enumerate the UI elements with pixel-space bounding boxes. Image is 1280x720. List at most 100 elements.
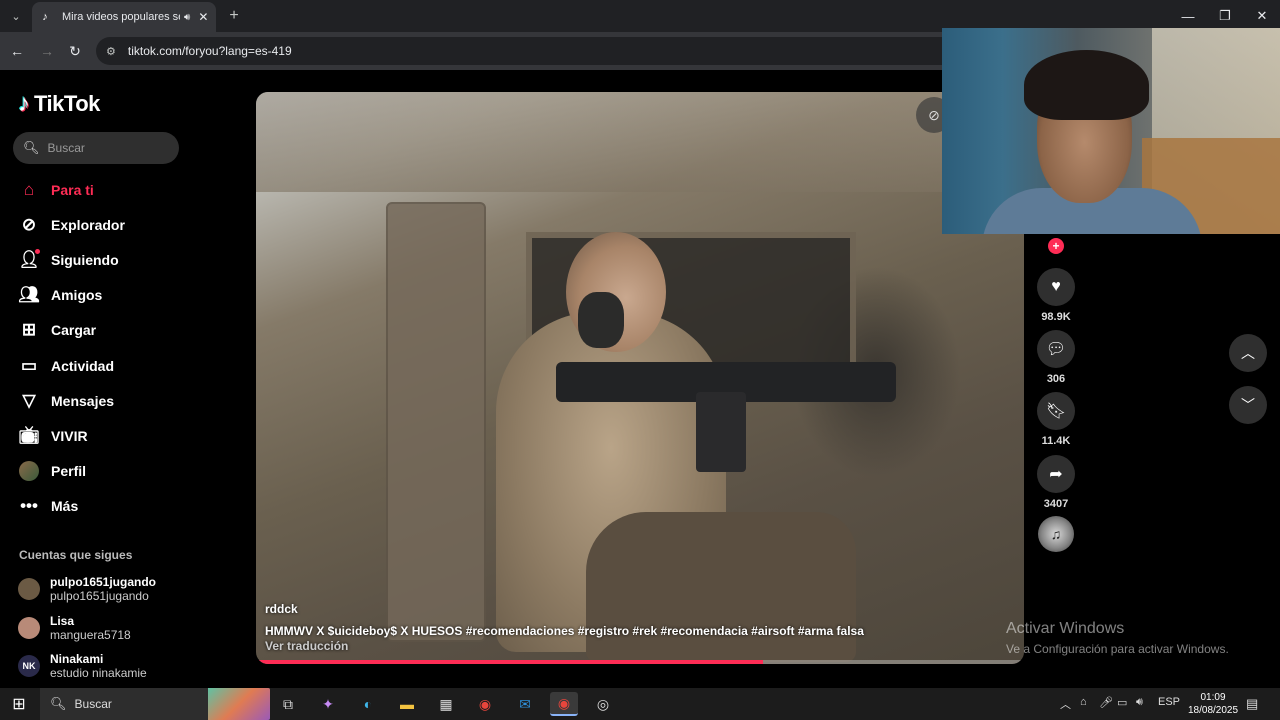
sidebar-item-actividad[interactable]: ▭ Actividad [18, 348, 218, 383]
obs-icon[interactable]: ◎ [589, 692, 617, 716]
sidebar-item-siguiendo[interactable]: 👤︎ Siguiendo [18, 242, 218, 277]
following-icon: 👤︎ [18, 248, 40, 269]
following-account[interactable]: Lisa manguera5718 [18, 609, 218, 648]
watermark-subtitle: Ve a Configuración para activar Windows. [1006, 642, 1229, 656]
search-highlight-art [208, 688, 270, 720]
more-icon: ••• [20, 496, 38, 516]
share-icon[interactable]: ➦ [1037, 455, 1075, 493]
profile-avatar [18, 460, 40, 482]
sidebar-item-label: Cargar [51, 322, 97, 339]
sidebar-item-label: Actividad [51, 357, 115, 374]
microphone-icon[interactable]: 🎤︎ [1099, 696, 1113, 709]
search-box[interactable]: 🔍︎ [13, 132, 179, 164]
share-count: 3407 [1043, 498, 1069, 510]
tab-search-icon[interactable]: ⌄ [6, 6, 26, 26]
volume-icon[interactable]: 🔊︎ [1136, 696, 1143, 709]
windows-start-icon[interactable]: ⊞ [10, 695, 28, 713]
sidebar-item-explorador[interactable]: ⊘ Explorador [18, 207, 218, 242]
task-view-icon[interactable]: ⧉ [274, 692, 302, 716]
sidebar-item-mas[interactable]: ••• Más [18, 489, 218, 524]
video-player[interactable]: ⊘ rddck HMMWV X $uicideboy$ X HUESOS #re… [256, 92, 1024, 664]
live-icon: 📺︎ [18, 425, 40, 445]
tiktok-logo-icon: ♪ [18, 90, 30, 117]
minimize-button[interactable]: — [1173, 4, 1203, 28]
close-tab-icon[interactable]: ✕ [198, 10, 208, 24]
store-icon[interactable]: ▦ [432, 692, 460, 716]
messages-icon: ▽ [22, 390, 36, 410]
friends-icon: 👥︎ [18, 285, 40, 305]
notification-icon[interactable]: ▤ [1246, 696, 1258, 712]
following-account[interactable]: NK Ninakami estudio ninakamie [18, 647, 218, 686]
music-disc-icon[interactable]: ♫ [1038, 516, 1074, 552]
like-count: 98.9K [1041, 311, 1071, 323]
video-progress-bar[interactable] [256, 660, 1024, 664]
activate-windows-watermark: Activar Windows Ve a Configuración para … [1006, 620, 1229, 656]
sidebar-item-mensajes[interactable]: ▽ Mensajes [18, 383, 218, 418]
following-account[interactable]: pulpo1651jugando pulpo1651jugando [18, 570, 218, 609]
meet-icon[interactable]: ⌂ [1080, 696, 1087, 708]
chrome-active-icon[interactable]: ◉ [550, 692, 578, 716]
back-button[interactable]: ← [6, 40, 28, 62]
sidebar-item-vivir[interactable]: 📺︎ VIVIR [18, 418, 218, 453]
share-action[interactable]: ➦ 3407 [1037, 455, 1075, 510]
taskbar-search[interactable]: 🔍︎ Buscar [40, 688, 270, 720]
clock[interactable]: 01:09 18/08/2025 [1188, 691, 1238, 717]
site-info-icon[interactable]: ⚙ [106, 45, 116, 58]
notification-dot [35, 248, 40, 254]
taskbar-search-text: Buscar [74, 697, 112, 711]
video-caption: HMMWV X $uicideboy$ X HUESOS #recomendac… [265, 624, 864, 638]
activity-icon: ▭ [20, 355, 38, 375]
sidebar-item-para-ti[interactable]: ⌂ Para ti [18, 172, 218, 207]
comment-action[interactable]: 💬︎ 306 [1037, 330, 1075, 385]
home-icon: ⌂ [23, 179, 35, 199]
sidebar-item-label: VIVIR [51, 427, 88, 444]
search-icon: 🔍︎ [23, 140, 40, 155]
restore-button[interactable]: ❐ [1210, 4, 1240, 28]
video-author[interactable]: rddck [265, 602, 298, 616]
outlook-icon[interactable]: ✉ [511, 692, 539, 716]
language-indicator[interactable]: ESP [1158, 696, 1180, 708]
account-name: pulpo1651jugando [50, 575, 157, 590]
edge-icon[interactable]: ◐ [354, 692, 382, 716]
speaker-icon[interactable]: 🔊︎ [184, 12, 190, 23]
sidebar-item-label: Para ti [51, 181, 94, 198]
sidebar-item-label: Siguiendo [51, 251, 119, 268]
show-hidden-icons[interactable]: ︿ [1060, 696, 1071, 712]
follow-plus-button[interactable]: + [1048, 238, 1064, 254]
account-name: Lisa [50, 613, 75, 628]
upload-icon: ⊞ [21, 320, 37, 340]
network-icon[interactable]: ▭ [1117, 696, 1127, 709]
sidebar-item-amigos[interactable]: 👥︎ Amigos [18, 278, 218, 313]
heart-icon[interactable]: ♥ [1037, 268, 1075, 306]
sidebar-item-cargar[interactable]: ⊞ Cargar [18, 313, 218, 348]
copilot-icon[interactable]: ✦ [314, 692, 342, 716]
sidebar-item-perfil[interactable]: Perfil [18, 454, 218, 489]
chrome-icon[interactable]: ◉ [471, 692, 499, 716]
avatar [18, 578, 40, 601]
bookmark-icon[interactable]: 🔖︎ [1037, 392, 1075, 430]
comment-icon[interactable]: 💬︎ [1037, 330, 1075, 368]
file-explorer-icon[interactable]: ▬ [393, 692, 421, 716]
next-video-button[interactable]: ﹀ [1229, 386, 1267, 424]
video-frame-roof [256, 92, 1024, 192]
reload-button[interactable]: ↻ [64, 40, 86, 62]
see-translation-link[interactable]: Ver traducción [265, 639, 348, 653]
sidebar-item-label: Explorador [51, 216, 125, 233]
logo-text: TikTok [34, 91, 100, 116]
new-tab-button[interactable]: + [224, 6, 244, 26]
following-title: Cuentas que sigues [19, 548, 133, 562]
browser-tab[interactable]: ♪ Mira videos populares seleccionados pa… [32, 2, 216, 32]
sidebar-item-label: Amigos [51, 287, 103, 304]
compass-icon: ⊘ [21, 214, 37, 234]
save-action[interactable]: 🔖︎ 11.4K [1037, 392, 1075, 447]
tiktok-logo[interactable]: ♪ TikTok [18, 90, 100, 118]
previous-video-button[interactable]: ︿ [1229, 334, 1267, 372]
search-input[interactable] [47, 141, 168, 155]
video-frame-panel [386, 202, 486, 642]
video-frame-magazine [696, 392, 746, 472]
forward-button[interactable]: → [36, 40, 58, 62]
like-action[interactable]: ♥ 98.9K [1037, 268, 1075, 323]
following-list: pulpo1651jugando pulpo1651jugando Lisa m… [18, 570, 218, 686]
account-handle: pulpo1651jugando [50, 589, 149, 604]
close-window-button[interactable]: ✕ [1247, 4, 1277, 28]
